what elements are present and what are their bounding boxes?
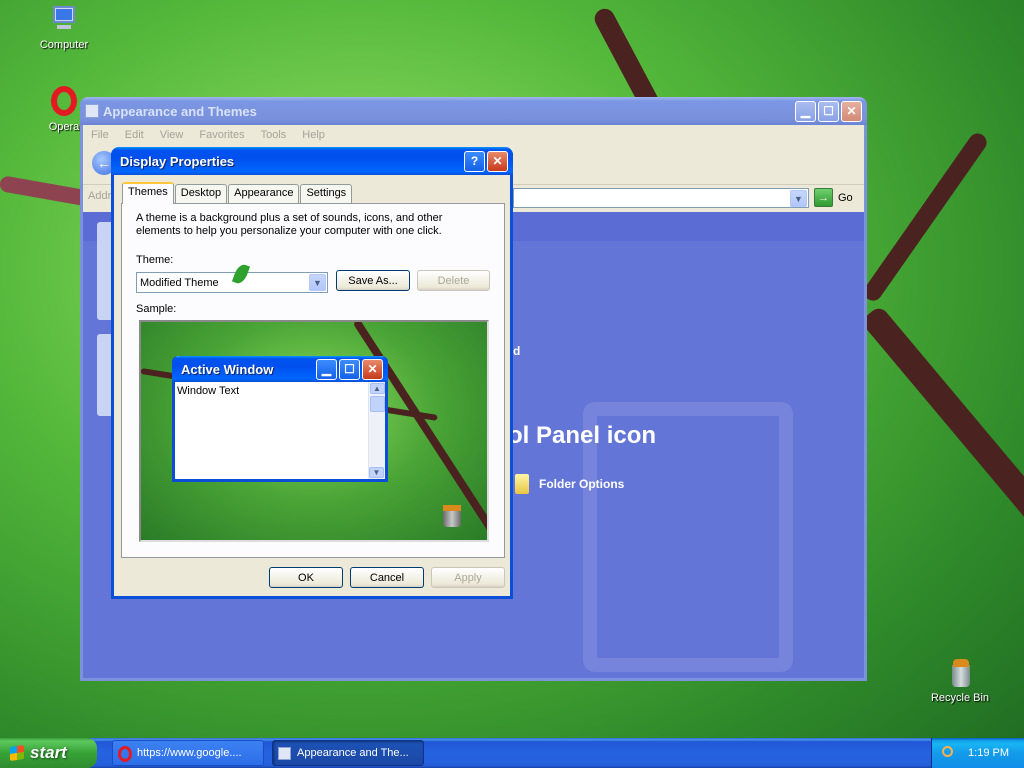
maximize-icon: ☐ (823, 104, 834, 118)
sample-minimize-icon: ▁ (316, 358, 337, 380)
address-dropdown-arrow[interactable]: ▼ (790, 190, 807, 207)
pick-control-panel-icon-heading: ol Panel icon (508, 422, 657, 449)
desktop-icon-label: Recycle Bin (930, 692, 990, 704)
folder-options-icon (515, 474, 529, 494)
taskbar: start https://www.google.... Appearance … (0, 738, 1024, 768)
minimize-button[interactable]: ▁ (795, 100, 816, 122)
go-button[interactable]: → Go (814, 188, 853, 207)
go-arrow-icon: → (814, 188, 833, 207)
tab-desktop[interactable]: Desktop (174, 184, 228, 203)
tab-settings[interactable]: Settings (300, 184, 353, 203)
desktop-icon-recycle-bin[interactable]: Recycle Bin (925, 657, 995, 704)
control-panel-titlebar[interactable]: Appearance and Themes ▁ ☐ ✕ (80, 97, 867, 125)
desktop-icon-label: Computer (39, 39, 89, 51)
wallpaper-branch (860, 304, 1024, 575)
address-label: Addr (88, 190, 112, 202)
apply-button[interactable]: Apply (431, 567, 505, 588)
computer-icon (48, 4, 80, 36)
system-tray: 1:19 PM (931, 738, 1024, 768)
menu-help[interactable]: Help (302, 129, 325, 141)
tab-themes[interactable]: Themes (122, 182, 174, 204)
theme-description: A theme is a background plus a set of so… (136, 212, 443, 237)
sample-label: Sample: (136, 303, 177, 315)
theme-dropdown-value: Modified Theme (140, 276, 219, 289)
chevron-down-icon: ▼ (313, 277, 322, 288)
cancel-button[interactable]: Cancel (350, 567, 424, 588)
theme-label: Theme: (136, 254, 174, 266)
search-icon[interactable] (942, 746, 953, 757)
theme-sample-preview: Active Window ▁ ☐ ✕ Window Text ▲ ▼ (139, 320, 489, 542)
close-icon: ✕ (846, 104, 857, 118)
sample-active-window: Active Window ▁ ☐ ✕ Window Text ▲ ▼ (172, 356, 388, 482)
menu-edit[interactable]: Edit (125, 129, 144, 141)
help-button[interactable]: ? (464, 150, 485, 172)
sample-window-text: Window Text (177, 385, 240, 397)
wallpaper-branch (860, 130, 991, 305)
folder-options-link[interactable]: Folder Options (515, 474, 624, 494)
close-icon: ✕ (492, 154, 503, 168)
go-label: Go (838, 191, 853, 204)
scroll-up-icon: ▲ (369, 383, 385, 394)
partial-text: d (513, 344, 521, 358)
sample-scrollbar: ▲ ▼ (368, 382, 385, 479)
sample-close-icon: ✕ (362, 358, 383, 380)
theme-dropdown[interactable]: Modified Theme ▼ (136, 272, 328, 293)
theme-dropdown-arrow[interactable]: ▼ (309, 274, 326, 291)
maximize-button[interactable]: ☐ (818, 100, 839, 122)
menu-tools[interactable]: Tools (261, 129, 287, 141)
address-input[interactable]: ▼ (513, 188, 809, 208)
minimize-icon: ▁ (800, 104, 811, 118)
delete-button[interactable]: Delete (417, 270, 490, 291)
dialog-title: Display Properties (120, 153, 235, 169)
opera-icon (118, 746, 132, 762)
control-panel-icon (85, 104, 99, 118)
dialog-close-button[interactable]: ✕ (487, 150, 508, 172)
back-arrow-icon: ← (97, 155, 111, 171)
tab-appearance[interactable]: Appearance (228, 184, 300, 203)
desktop-icon-computer[interactable]: Computer (29, 4, 99, 51)
dialog-titlebar[interactable]: Display Properties ? ✕ (111, 147, 513, 175)
menu-file[interactable]: File (91, 129, 109, 141)
scroll-thumb (369, 396, 385, 412)
display-properties-dialog[interactable]: Display Properties ? ✕ Themes Desktop Ap… (111, 147, 513, 599)
taskbar-item-opera[interactable]: https://www.google.... (112, 740, 264, 766)
recycle-bin-icon (944, 657, 976, 689)
windows-logo-icon (10, 745, 24, 761)
ok-button[interactable]: OK (269, 567, 343, 588)
sample-maximize-icon: ☐ (339, 358, 360, 380)
start-label: start (30, 743, 67, 762)
scroll-down-icon: ▼ (369, 467, 384, 478)
control-panel-title: Appearance and Themes (103, 103, 257, 119)
taskbar-item-appearance[interactable]: Appearance and The... (272, 740, 424, 766)
tab-strip: Themes Desktop Appearance Settings (122, 182, 353, 204)
save-as-button[interactable]: Save As... (336, 270, 410, 291)
sample-window-title: Active Window (181, 361, 274, 377)
menu-favorites[interactable]: Favorites (199, 129, 244, 141)
control-panel-icon (278, 747, 291, 760)
themes-tab-panel: A theme is a background plus a set of so… (121, 203, 505, 558)
opera-icon (48, 86, 80, 118)
taskbar-item-label: Appearance and The... (297, 747, 409, 759)
close-button[interactable]: ✕ (841, 100, 862, 122)
chevron-down-icon: ▼ (794, 193, 803, 204)
taskbar-item-label: https://www.google.... (137, 747, 242, 759)
menu-bar: File Edit View Favorites Tools Help (83, 125, 864, 145)
start-button[interactable]: start (0, 738, 97, 768)
menu-view[interactable]: View (160, 129, 184, 141)
clock[interactable]: 1:19 PM (968, 747, 1009, 759)
help-icon: ? (470, 154, 479, 168)
sample-recycle-bin-icon (443, 505, 461, 527)
sample-window-titlebar: Active Window ▁ ☐ ✕ (172, 356, 388, 382)
